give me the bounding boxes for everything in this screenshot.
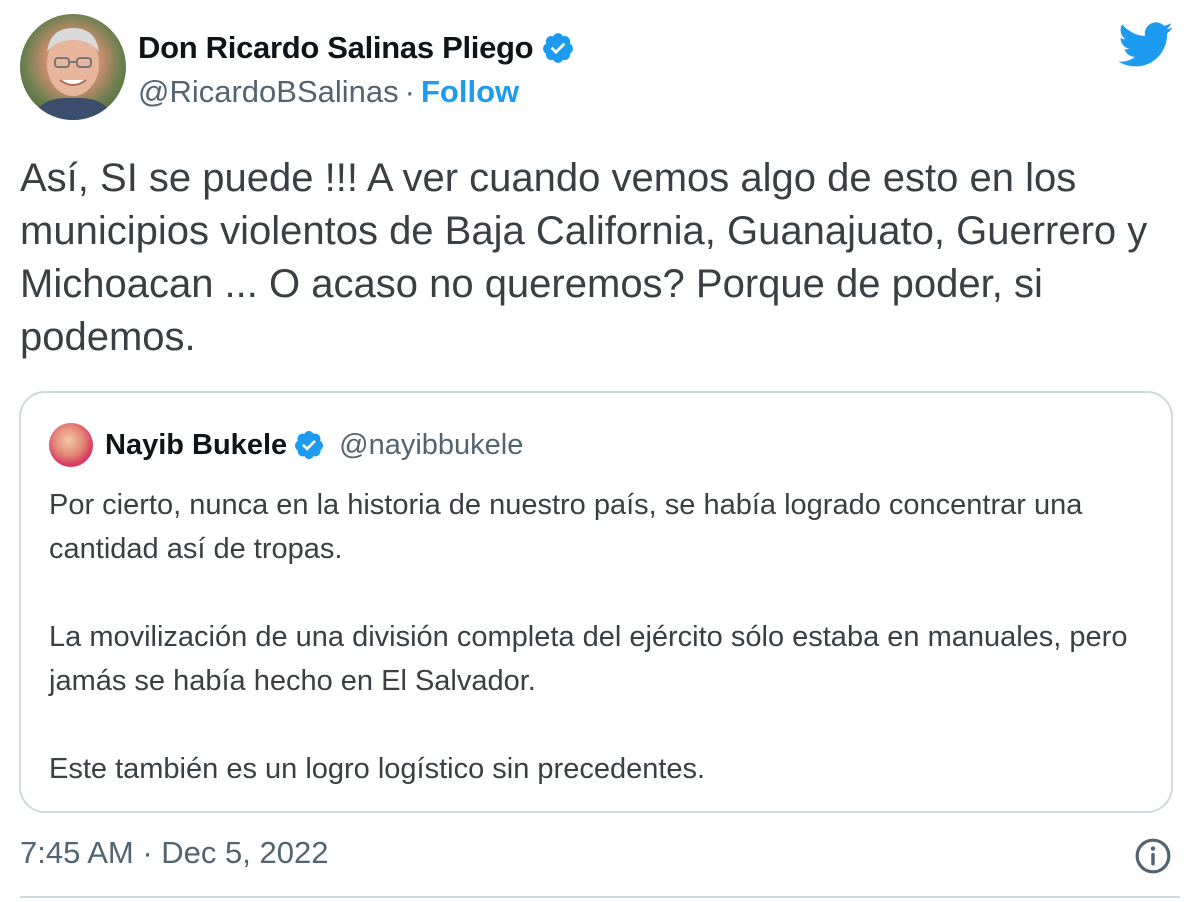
quoted-tweet-card[interactable]: Nayib Bukele @nayibbukele Por cierto, nu… bbox=[19, 391, 1173, 813]
tweet-timestamp[interactable]: 7:45 AM · Dec 5, 2022 bbox=[20, 835, 328, 870]
quoted-author-avatar bbox=[49, 423, 93, 467]
quoted-paragraph: Por cierto, nunca en la historia de nues… bbox=[49, 489, 1083, 565]
avatar-photo-icon bbox=[30, 28, 116, 120]
author-name-row: Don Ricardo Salinas Pliego bbox=[138, 30, 575, 66]
bottom-divider bbox=[20, 896, 1180, 898]
separator-dot: · bbox=[404, 74, 415, 109]
tweet-footer: 7:45 AM · Dec 5, 2022 bbox=[20, 835, 1180, 879]
quoted-tweet-body: Por cierto, nunca en la historia de nues… bbox=[49, 483, 1139, 791]
quoted-paragraph: Este también es un logro logístico sin p… bbox=[49, 753, 706, 785]
tweet-header: Don Ricardo Salinas Pliego @RicardoBSali… bbox=[20, 14, 1180, 124]
twitter-bird-icon[interactable] bbox=[1118, 22, 1174, 68]
author-avatar[interactable] bbox=[20, 14, 126, 120]
follow-button[interactable]: Follow bbox=[421, 74, 519, 110]
author-handle-row: @RicardoBSalinas · Follow bbox=[138, 74, 519, 110]
quoted-author-handle: @nayibbukele bbox=[339, 428, 524, 461]
author-display-name[interactable]: Don Ricardo Salinas Pliego bbox=[138, 30, 534, 66]
author-handle[interactable]: @RicardoBSalinas bbox=[138, 74, 399, 110]
info-icon[interactable] bbox=[1134, 837, 1172, 875]
verified-badge-icon bbox=[543, 33, 574, 63]
verified-badge-icon bbox=[295, 431, 324, 459]
quoted-tweet-header: Nayib Bukele @nayibbukele bbox=[49, 423, 523, 467]
tweet-text: Así, SI se puede !!! A ver cuando vemos … bbox=[20, 156, 1159, 359]
quoted-author-name: Nayib Bukele bbox=[105, 428, 288, 461]
quoted-paragraph: La movilización de una división completa… bbox=[49, 621, 1128, 697]
